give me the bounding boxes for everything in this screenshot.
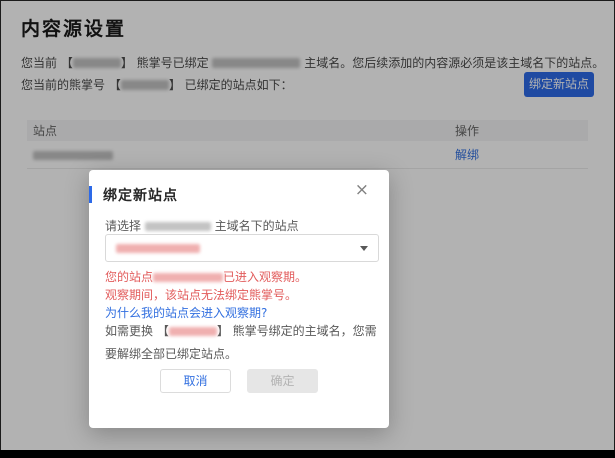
error-line1-text-b: 已进入观察期。: [223, 270, 308, 284]
modal-button-row: 取消 确定: [89, 369, 389, 393]
modal-title: 绑定新站点: [103, 188, 178, 204]
redacted-domain-name: [144, 222, 211, 231]
error-line1-text-a: 您的站点: [105, 270, 154, 284]
redacted-selected-site: [116, 243, 200, 253]
rebind-note: 如需更换 【】 熊掌号绑定的主域名，您需要解绑全部已绑定站点。: [105, 320, 377, 366]
bind-new-site-modal: 绑定新站点 × 请选择 主域名下的站点 您的站点 已进入观察期。 观察期间，该站点…: [89, 170, 389, 428]
title-accent-bar: [89, 186, 92, 203]
confirm-button[interactable]: 确定: [247, 369, 318, 393]
redacted-site-name: [153, 273, 224, 282]
screenshot-bottom-edge: [0, 450, 615, 458]
error-line-1: 您的站点 已进入观察期。: [105, 268, 307, 285]
cancel-button[interactable]: 取消: [160, 369, 231, 393]
note-text-a: 如需更换 【: [105, 324, 169, 338]
observation-period-help-link[interactable]: 为什么我的站点会进入观察期?: [105, 304, 267, 321]
redacted-account-name: [168, 327, 217, 336]
error-line-2: 观察期间，该站点无法绑定熊掌号。: [105, 288, 298, 302]
content-source-settings-screen: 内容源设置 您当前 【】 熊掌号已绑定 主域名。您后续添加的内容源必须是该主域名…: [0, 0, 615, 458]
select-label-text-b: 主域名下的站点: [210, 219, 299, 233]
site-select-dropdown[interactable]: [105, 234, 379, 262]
chevron-down-icon: [360, 245, 368, 251]
select-label-text-a: 请选择: [105, 219, 145, 233]
close-icon[interactable]: ×: [355, 182, 369, 199]
site-select-label: 请选择 主域名下的站点: [105, 217, 299, 234]
